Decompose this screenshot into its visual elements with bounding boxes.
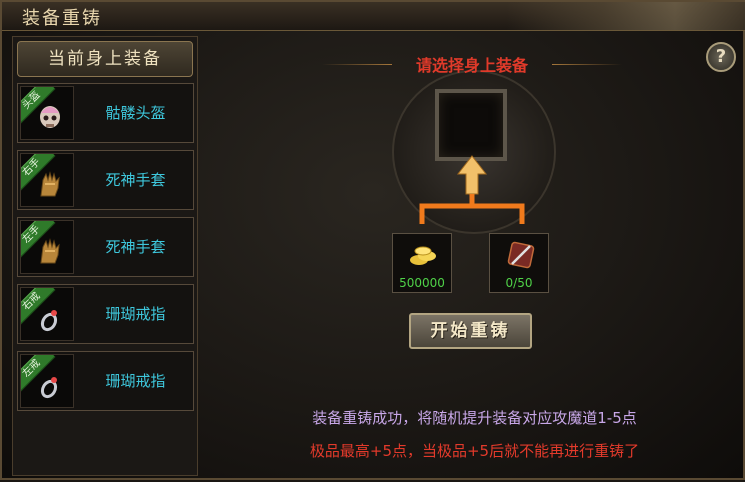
gold-coins-icon	[410, 246, 436, 265]
equip-slot-name: 珊瑚戒指	[105, 305, 166, 323]
equip-slot-icon: 右手	[20, 153, 74, 207]
help-button[interactable]: ?	[706, 42, 736, 72]
material-cost-value: 0/50	[505, 276, 533, 290]
gold-cost-slot[interactable]: 500000	[392, 233, 452, 293]
equip-slot-left-hand[interactable]: 左手 死神手套	[17, 217, 194, 277]
equip-slot-icon: 头盔	[20, 86, 74, 140]
forge-main-area: ? 请选择身上装备 500000 0/50 开始重铸 装备重铸成功，将随机提升装…	[202, 30, 745, 482]
title-bar: 装备重铸	[2, 2, 745, 31]
equipment-list-panel: 当前身上装备 头盔 骷髅头盔 右手 死神手套 左手 死神手套 右戒 珊瑚戒指 左…	[12, 36, 198, 476]
equip-slot-name: 珊瑚戒指	[105, 372, 166, 390]
material-cost-slot[interactable]: 0/50	[489, 233, 549, 293]
equip-slot-right-ring[interactable]: 右戒 珊瑚戒指	[17, 284, 194, 344]
dragon-ornament	[507, 2, 745, 30]
sword-material-icon	[507, 241, 535, 269]
merge-arrow-icon	[419, 155, 525, 224]
ring-icon	[40, 310, 58, 332]
equipment-list-header: 当前身上装备	[17, 41, 193, 77]
gauntlet-icon	[40, 171, 60, 197]
skull-helmet-icon	[40, 106, 60, 128]
select-equipment-prompt: 请选择身上装备	[415, 56, 528, 75]
reforge-info-line-2: 极品最高+5点，当极品+5后就不能再进行重铸了	[309, 442, 640, 460]
equip-slot-left-ring[interactable]: 左戒 珊瑚戒指	[17, 351, 194, 411]
ring-icon	[40, 377, 58, 399]
equip-slot-icon: 左戒	[20, 354, 74, 408]
reforge-info-line-1: 装备重铸成功，将随机提升装备对应攻魔道1-5点	[312, 409, 637, 427]
forge-window: 装备重铸 当前身上装备 头盔 骷髅头盔 右手 死神手套 左手 死神手套 右戒 珊…	[0, 0, 745, 480]
equip-slot-icon: 左手	[20, 220, 74, 274]
start-reforge-button[interactable]: 开始重铸	[409, 313, 532, 349]
window-title: 装备重铸	[22, 8, 102, 29]
gauntlet-icon	[40, 238, 60, 264]
equip-slot-name: 死神手套	[105, 238, 166, 256]
equip-slot-icon: 右戒	[20, 287, 74, 341]
equip-slot-right-hand[interactable]: 右手 死神手套	[17, 150, 194, 210]
equip-slot-name: 骷髅头盔	[105, 104, 166, 122]
gold-cost-value: 500000	[399, 276, 445, 290]
equip-slot-helmet[interactable]: 头盔 骷髅头盔	[17, 83, 194, 143]
equip-slot-name: 死神手套	[105, 171, 166, 189]
